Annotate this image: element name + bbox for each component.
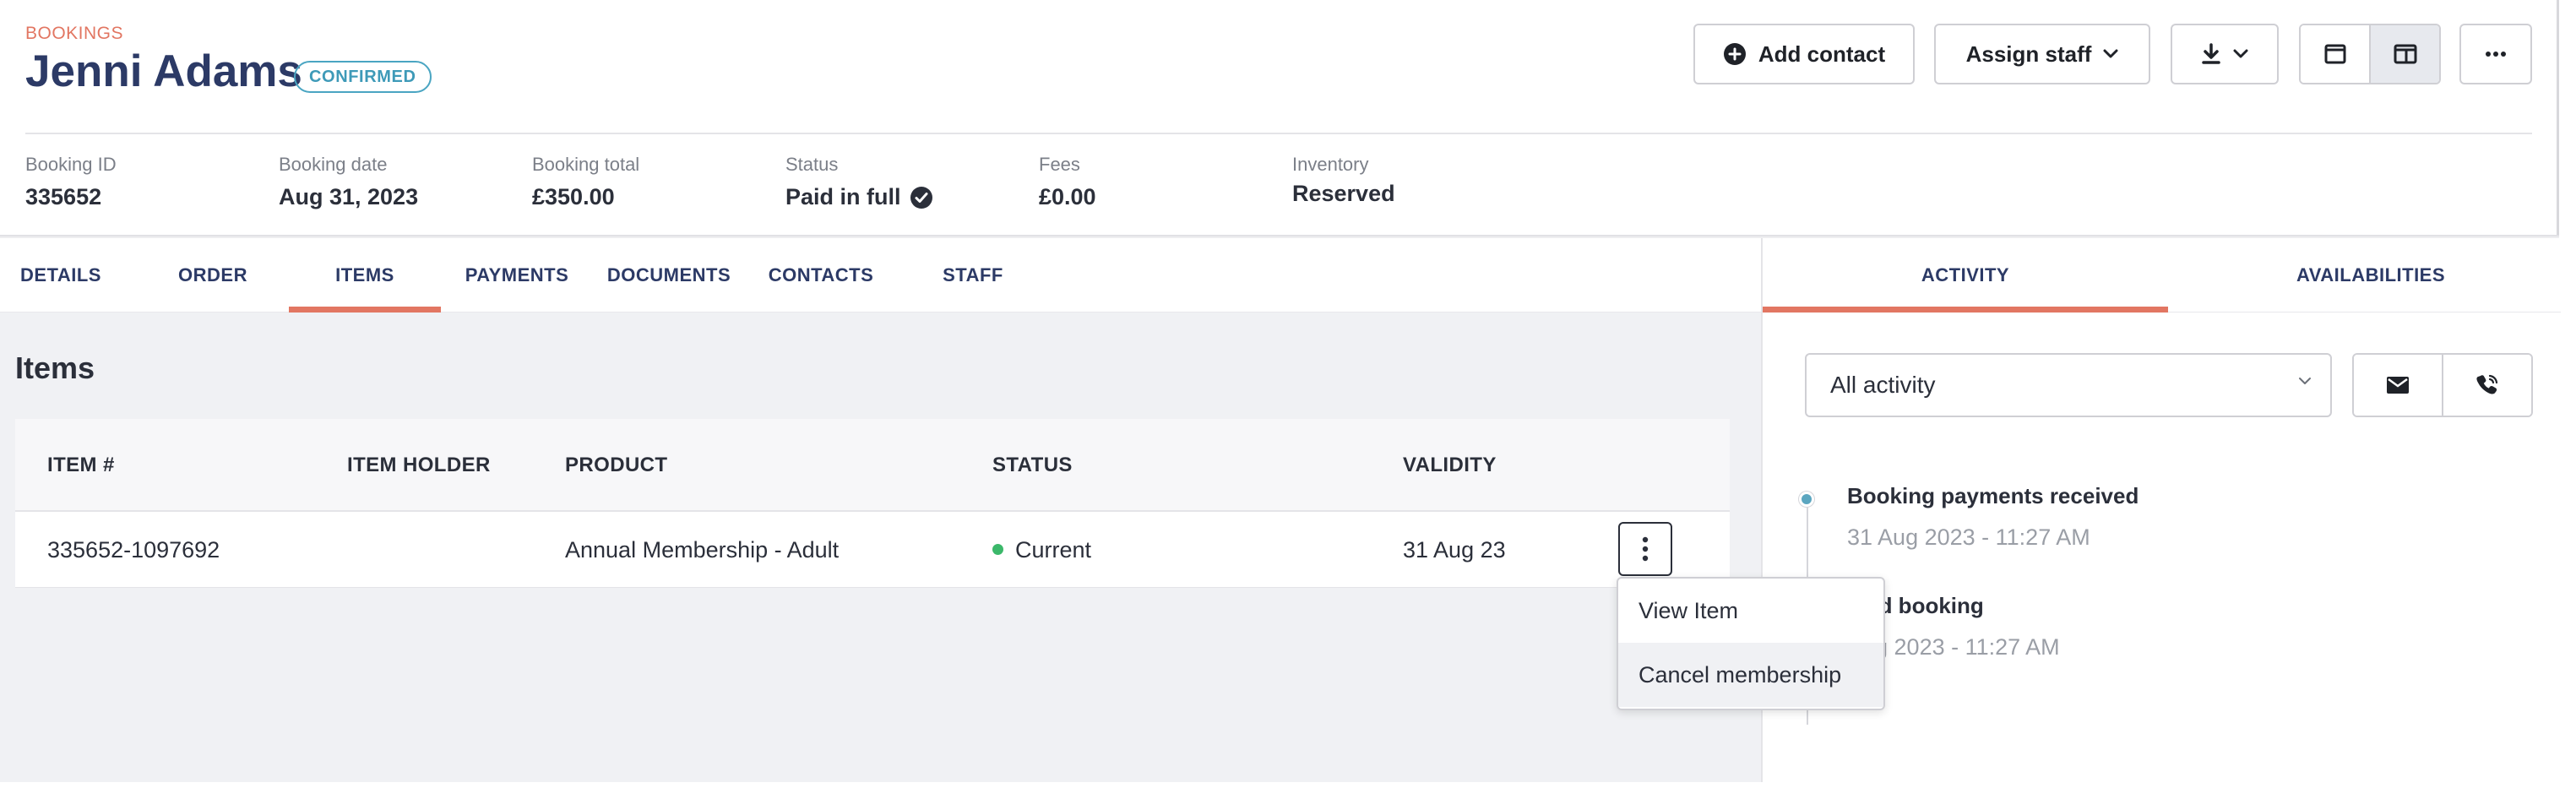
- download-icon: [2201, 43, 2221, 65]
- summary-value: Paid in full: [785, 184, 901, 209]
- layout-single-button[interactable]: [2301, 25, 2369, 83]
- summary-value: £350.00: [532, 184, 615, 209]
- table-row[interactable]: 335652-1097692 Annual Membership - Adult…: [15, 512, 1730, 588]
- booking-page: BOOKINGS Jenni Adams CONFIRMED Add conta…: [0, 0, 2561, 782]
- plus-circle-icon: [1723, 42, 1747, 66]
- menu-item-view-item[interactable]: View Item: [1618, 579, 1883, 643]
- status-dot-icon: [992, 544, 1003, 556]
- summary-value: 335652: [25, 184, 102, 209]
- status-row: Paid in full: [785, 184, 933, 210]
- column-header-validity[interactable]: VALIDITY: [1403, 419, 1497, 512]
- more-actions-button[interactable]: [2459, 24, 2532, 84]
- items-panel: Items ITEM # ITEM HOLDER PRODUCT STATUS …: [0, 313, 1761, 782]
- activity-tabs: ACTIVITY AVAILABILITIES: [1763, 238, 2561, 313]
- email-button[interactable]: [2354, 355, 2442, 416]
- add-contact-label: Add contact: [1758, 41, 1886, 67]
- cell-product: Annual Membership - Adult: [565, 537, 840, 563]
- summary-label: Status: [785, 154, 839, 175]
- summary-booking-id: Booking ID 335652: [25, 154, 117, 210]
- tab-contacts[interactable]: CONTACTS: [760, 238, 882, 313]
- page-title: Jenni Adams: [25, 46, 302, 96]
- chevron-down-icon: [2233, 49, 2248, 59]
- tab-payments[interactable]: PAYMENTS: [458, 238, 576, 313]
- table-header: ITEM # ITEM HOLDER PRODUCT STATUS VALIDI…: [15, 419, 1730, 512]
- header-divider: [25, 133, 2532, 134]
- section-title: Items: [15, 351, 95, 385]
- row-actions-menu: View Item Cancel membership: [1617, 577, 1885, 710]
- summary-fees: Fees £0.00: [1039, 154, 1096, 210]
- column-header-product[interactable]: PRODUCT: [565, 419, 667, 512]
- column-header-status[interactable]: STATUS: [992, 419, 1073, 512]
- tab-order[interactable]: ORDER: [162, 238, 264, 313]
- tab-items[interactable]: ITEMS: [289, 238, 441, 313]
- timeline-dot: [1799, 492, 1814, 507]
- menu-item-cancel-membership[interactable]: Cancel membership: [1618, 643, 1883, 707]
- kebab-menu-icon: [1642, 536, 1649, 562]
- assign-staff-button[interactable]: Assign staff: [1934, 24, 2150, 84]
- activity-timeline: Booking payments received 31 Aug 2023 - …: [1799, 475, 2531, 745]
- items-table: ITEM # ITEM HOLDER PRODUCT STATUS VALIDI…: [15, 419, 1730, 588]
- activity-filter-select[interactable]: All activity: [1805, 353, 2332, 417]
- summary-label: Booking ID: [25, 154, 117, 175]
- cell-status: Current: [992, 512, 1091, 588]
- cell-item-number: 335652-1097692: [47, 537, 220, 563]
- single-pane-icon: [2324, 44, 2346, 64]
- summary-value: £0.00: [1039, 184, 1096, 209]
- chevron-down-icon: [2103, 49, 2118, 59]
- tab-availabilities[interactable]: AVAILABILITIES: [2168, 238, 2573, 313]
- summary-status: Status Paid in full: [785, 154, 933, 210]
- phone-icon: [2475, 373, 2499, 397]
- split-pane-icon: [2394, 44, 2417, 64]
- summary-label: Inventory: [1292, 154, 1369, 175]
- tab-documents[interactable]: DOCUMENTS: [601, 238, 736, 313]
- summary-booking-date: Booking date Aug 31, 2023: [279, 154, 418, 210]
- booking-tabs: DETAILS ORDER ITEMS PAYMENTS DOCUMENTS C…: [0, 238, 1761, 313]
- check-circle-icon: [910, 186, 933, 209]
- summary-value: Aug 31, 2023: [279, 184, 419, 209]
- status-label: Current: [1015, 537, 1092, 563]
- layout-split-button[interactable]: [2369, 25, 2439, 83]
- activity-item[interactable]: Booking payments received 31 Aug 2023 - …: [1847, 483, 2139, 551]
- chevron-down-icon: [2298, 377, 2312, 385]
- breadcrumb[interactable]: BOOKINGS: [25, 24, 123, 44]
- page-header: BOOKINGS Jenni Adams CONFIRMED Add conta…: [0, 0, 2559, 135]
- download-button[interactable]: [2171, 24, 2279, 84]
- activity-title: Booking payments received: [1847, 483, 2139, 508]
- activity-filter-value: All activity: [1830, 372, 1936, 398]
- summary-label: Booking total: [532, 154, 640, 175]
- status-badge: CONFIRMED: [294, 61, 432, 93]
- booking-summary: Booking ID 335652 Booking date Aug 31, 2…: [0, 135, 2559, 236]
- activity-time: 31 Aug 2023 - 11:27 AM: [1847, 525, 2090, 550]
- summary-booking-total: Booking total £350.00: [532, 154, 639, 210]
- tab-activity[interactable]: ACTIVITY: [1763, 238, 2168, 313]
- mail-icon: [2386, 376, 2410, 394]
- tab-details[interactable]: DETAILS: [10, 238, 111, 313]
- tab-staff[interactable]: STAFF: [922, 238, 1024, 313]
- add-contact-button[interactable]: Add contact: [1693, 24, 1915, 84]
- assign-staff-label: Assign staff: [1965, 41, 2092, 67]
- column-header-item[interactable]: ITEM #: [47, 419, 115, 512]
- row-actions-button[interactable]: [1618, 522, 1672, 576]
- call-button[interactable]: [2442, 355, 2531, 416]
- cell-validity: 31 Aug 23: [1403, 537, 1506, 563]
- summary-value: Reserved: [1292, 181, 1395, 206]
- summary-inventory: Inventory Reserved: [1292, 154, 1395, 207]
- summary-label: Fees: [1039, 154, 1080, 175]
- ellipsis-icon: [2485, 51, 2507, 57]
- summary-label: Booking date: [279, 154, 388, 175]
- layout-toggle: [2299, 24, 2441, 84]
- contact-actions: [2352, 353, 2533, 417]
- column-header-holder[interactable]: ITEM HOLDER: [347, 419, 491, 512]
